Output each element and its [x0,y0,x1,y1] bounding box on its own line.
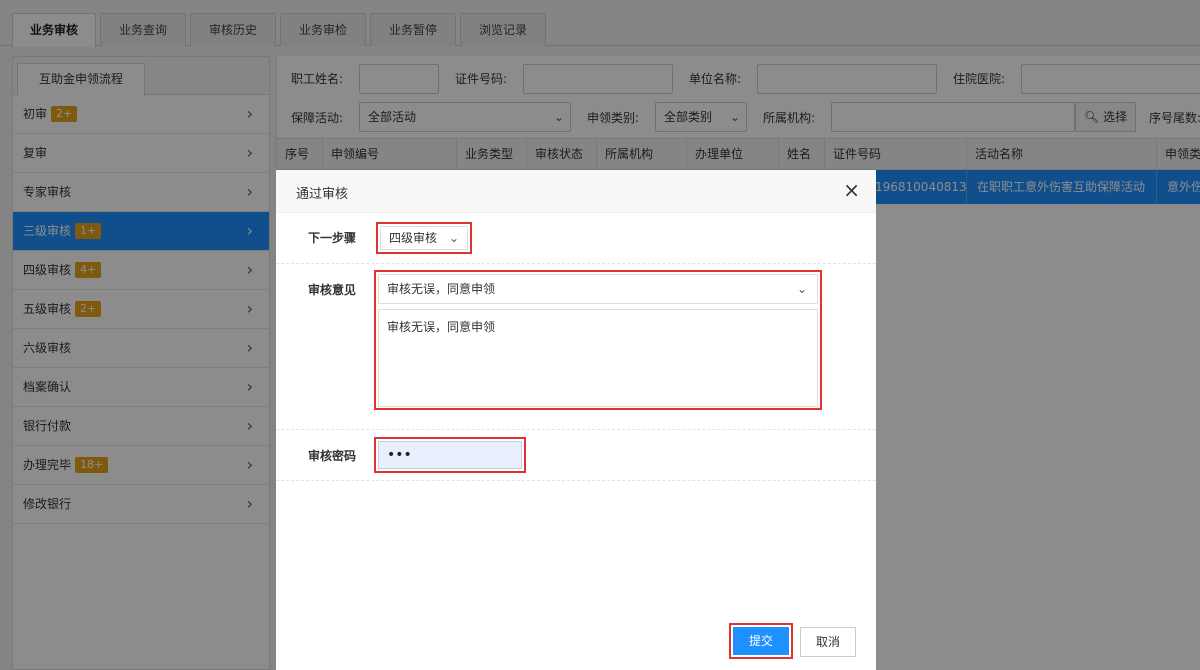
chevron-down-icon: ⌄ [796,282,807,296]
password-input[interactable]: ••• [378,441,522,469]
chevron-down-icon: ⌄ [448,231,459,245]
opinion-select-value: 审核无误，同意申领 [387,282,496,296]
approve-review-dialog: 通过审核 × 下一步骤 四级审核 ⌄ 审核意见 审核无误，同意申领 ⌄ 审核无误… [276,170,876,670]
opinion-select[interactable]: 审核无误，同意申领 ⌄ [378,274,818,304]
divider [276,480,876,481]
opinion-textarea[interactable]: 审核无误，同意申领 [378,309,818,407]
divider [276,429,876,430]
close-icon[interactable]: × [843,179,860,201]
next-step-value: 四级审核 [389,231,438,245]
password-label: 审核密码 [308,449,357,463]
dialog-title: 通过审核 [296,187,349,202]
divider [276,263,876,264]
opinion-label: 审核意见 [308,283,357,297]
next-step-select[interactable]: 四级审核 ⌄ [380,226,468,250]
cancel-button[interactable]: 取消 [800,627,856,657]
next-step-label: 下一步骤 [308,231,357,245]
submit-button[interactable]: 提交 [733,627,789,655]
dialog-header: 通过审核 × [276,170,876,213]
